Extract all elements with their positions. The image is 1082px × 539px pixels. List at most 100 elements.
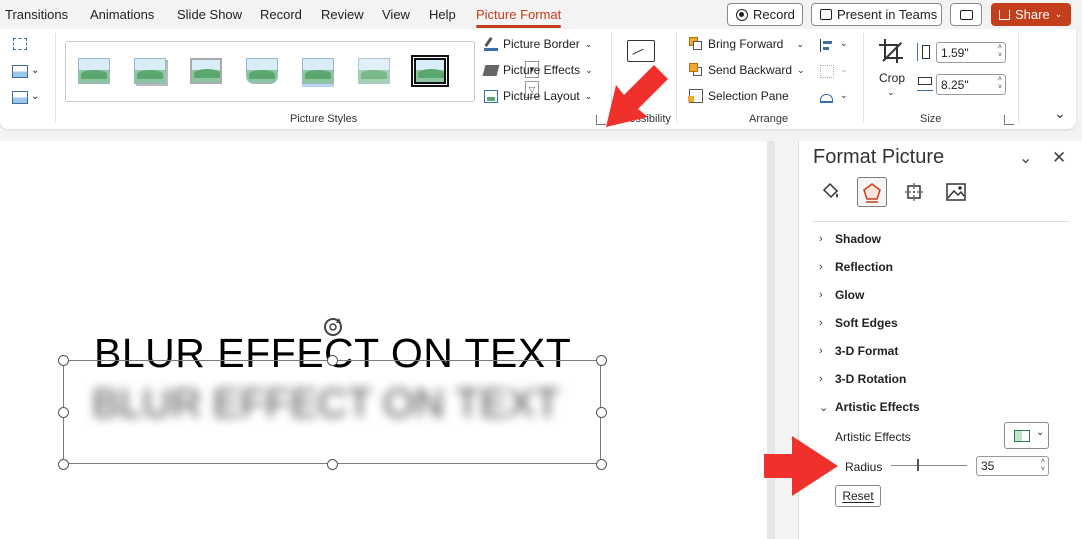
- change-picture-icon[interactable]: [12, 65, 28, 78]
- picture-style-thumb[interactable]: [75, 55, 113, 87]
- width-input[interactable]: 8.25" ˄ ˅: [936, 74, 1006, 95]
- chevron-down-icon: ⌄: [1036, 427, 1045, 438]
- tab-slide-show[interactable]: Slide Show: [177, 7, 242, 22]
- chevron-down-icon[interactable]: ⌄: [840, 90, 848, 101]
- section-artistic-effects-label: Artistic Effects: [835, 400, 920, 414]
- picture-style-thumb-selected[interactable]: [411, 55, 449, 87]
- section-shadow[interactable]: › Shadow: [819, 232, 881, 246]
- height-input[interactable]: 1.59" ˄ ˅: [936, 42, 1006, 63]
- chevron-down-icon: ⌄: [585, 64, 593, 75]
- send-backward-button[interactable]: Send Backward ⌄: [689, 63, 805, 77]
- width-spinner[interactable]: ˄ ˅: [998, 76, 1002, 92]
- tab-transitions[interactable]: Transitions: [5, 7, 68, 22]
- selection-pane-button[interactable]: Selection Pane: [688, 89, 789, 103]
- picture-layout-button[interactable]: Picture Layout ⌄: [484, 89, 592, 103]
- radius-input[interactable]: 35 ˄ ˅: [976, 456, 1049, 476]
- picture-style-thumb[interactable]: [187, 55, 225, 87]
- picture-style-thumb[interactable]: [243, 55, 281, 87]
- radius-spinner[interactable]: ˄ ˅: [1041, 458, 1045, 474]
- rotate-icon[interactable]: [820, 91, 834, 104]
- resize-handle[interactable]: [596, 459, 607, 470]
- effects-tab[interactable]: [857, 177, 887, 207]
- resize-handle[interactable]: [58, 355, 69, 366]
- picture-style-thumb[interactable]: [355, 55, 393, 87]
- height-spinner[interactable]: ˄ ˅: [998, 44, 1002, 60]
- share-button[interactable]: Share ⌄: [991, 3, 1071, 26]
- picture-border-button[interactable]: Picture Border ⌄: [484, 37, 592, 51]
- crop-label: Crop: [879, 71, 906, 85]
- section-reflection[interactable]: › Reflection: [819, 260, 893, 274]
- chevron-down-icon[interactable]: ⌄: [31, 65, 39, 76]
- section-artistic-effects[interactable]: ⌄ Artistic Effects: [819, 400, 920, 414]
- picture-tab[interactable]: [941, 177, 971, 207]
- reset-label: Reset: [842, 489, 874, 503]
- send-backward-icon: [689, 63, 703, 77]
- picture-style-thumb[interactable]: [299, 55, 337, 87]
- section-glow-label: Glow: [835, 288, 865, 302]
- resize-handle[interactable]: [58, 407, 69, 418]
- rotate-handle-icon[interactable]: [322, 316, 344, 338]
- section-glow[interactable]: › Glow: [819, 288, 864, 302]
- chevron-right-icon: ›: [819, 289, 823, 301]
- close-icon[interactable]: ✕: [1052, 148, 1066, 168]
- tab-record[interactable]: Record: [260, 7, 302, 22]
- chevron-right-icon: ›: [819, 345, 823, 357]
- resize-handle[interactable]: [596, 355, 607, 366]
- send-backward-label: Send Backward: [708, 63, 793, 77]
- ribbon-separator: [863, 33, 864, 123]
- collapse-ribbon-chevron-icon[interactable]: ⌄: [1054, 105, 1066, 122]
- radius-slider-track[interactable]: [891, 465, 967, 466]
- chevron-down-icon: ⌄: [840, 64, 848, 74]
- reset-button[interactable]: Reset: [835, 485, 881, 507]
- chevron-down-icon: ⌄: [797, 64, 805, 75]
- present-in-teams-button[interactable]: Present in Teams: [811, 3, 942, 26]
- crop-button[interactable]: Crop ⌄: [876, 37, 908, 103]
- chevron-right-icon: ›: [819, 233, 823, 245]
- section-3d-format[interactable]: › 3-D Format: [819, 344, 898, 358]
- record-button[interactable]: Record: [727, 3, 803, 26]
- paint-bucket-icon: [822, 182, 839, 199]
- picture-style-thumb[interactable]: [131, 55, 169, 87]
- layout-icon: [484, 89, 498, 103]
- tab-review[interactable]: Review: [321, 7, 364, 22]
- pentagon-icon: [863, 183, 881, 203]
- resize-handle[interactable]: [327, 459, 338, 470]
- chevron-down-icon[interactable]: ⌄: [31, 91, 39, 102]
- artistic-effects-dropdown[interactable]: ⌄: [1004, 422, 1049, 449]
- bring-forward-button[interactable]: Bring Forward ⌄: [689, 37, 804, 51]
- resize-handle[interactable]: [327, 355, 338, 366]
- section-3d-rotation[interactable]: › 3-D Rotation: [819, 372, 906, 386]
- radius-slider-thumb[interactable]: [916, 459, 919, 471]
- chevron-down-icon: ⌄: [1054, 9, 1063, 19]
- share-label: Share: [1015, 7, 1050, 22]
- picture-selection-box[interactable]: [63, 360, 601, 464]
- section-soft-edges[interactable]: › Soft Edges: [819, 316, 898, 330]
- crop-icon: [879, 39, 903, 63]
- effects-icon: [482, 64, 500, 76]
- resize-handle[interactable]: [596, 407, 607, 418]
- resize-handle[interactable]: [58, 459, 69, 470]
- tab-view[interactable]: View: [382, 7, 410, 22]
- tab-picture-format[interactable]: Picture Format: [476, 7, 562, 28]
- tab-animations[interactable]: Animations: [90, 7, 154, 22]
- pane-title: Format Picture: [813, 146, 945, 168]
- pane-options-chevron-icon[interactable]: ⌄: [1019, 148, 1032, 168]
- section-3d-rotation-label: 3-D Rotation: [835, 372, 907, 386]
- size-properties-tab[interactable]: [899, 177, 929, 207]
- picture-styles-label: Picture Styles: [290, 113, 358, 125]
- chevron-down-icon[interactable]: ⌄: [840, 38, 848, 49]
- chevron-down-icon: ⌄: [584, 38, 593, 49]
- menu-bar: Transitions Animations Slide Show Record…: [0, 0, 1082, 29]
- align-icon[interactable]: [820, 39, 834, 52]
- picture-effects-button[interactable]: Picture Effects ⌄: [482, 63, 593, 77]
- pen-icon: [484, 37, 498, 51]
- tab-help[interactable]: Help: [429, 7, 456, 22]
- size-properties-icon: [905, 183, 923, 201]
- section-3d-format-label: 3-D Format: [835, 344, 899, 358]
- compress-pictures-icon[interactable]: [13, 38, 27, 50]
- size-dialog-launcher[interactable]: [1004, 115, 1014, 125]
- fill-line-tab[interactable]: [815, 177, 845, 207]
- comments-button[interactable]: [950, 3, 982, 26]
- width-value: 8.25": [941, 77, 969, 92]
- reset-picture-icon[interactable]: [12, 91, 28, 104]
